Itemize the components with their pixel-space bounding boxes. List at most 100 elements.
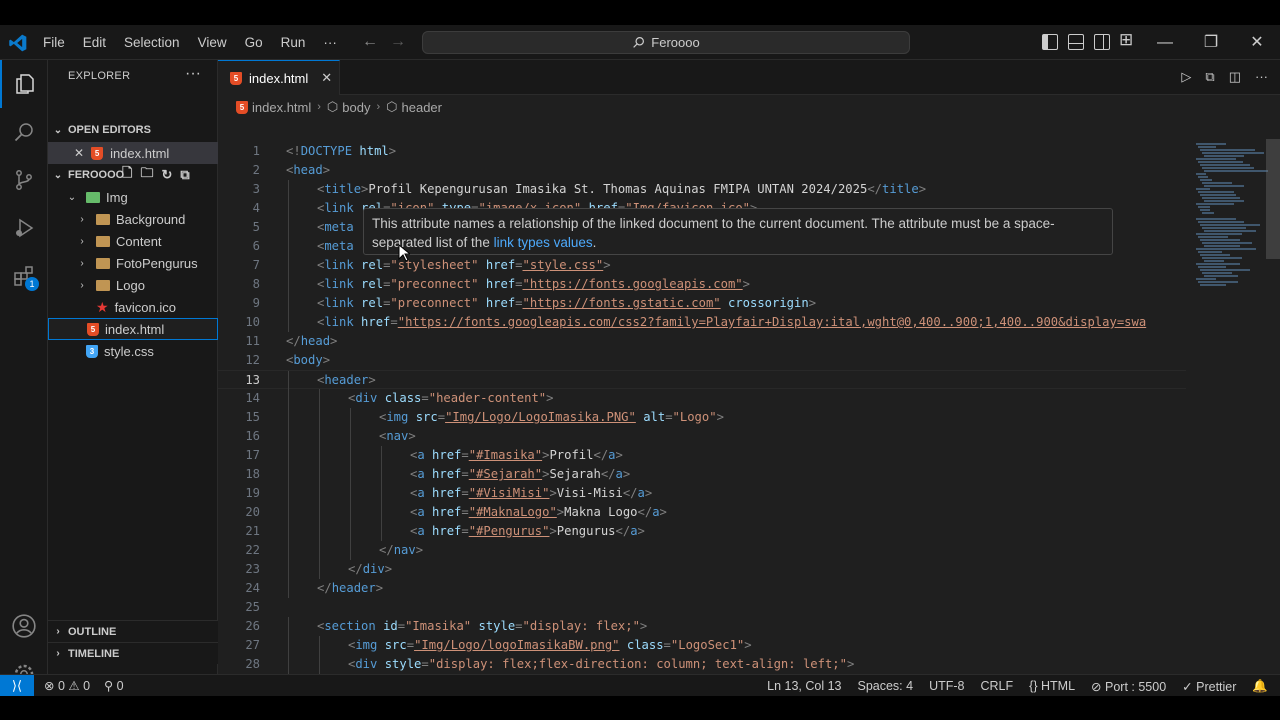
prettier-status[interactable]: ✓ Prettier <box>1182 679 1236 694</box>
code-line[interactable]: 3 <title>Profil Kepengurusan Imasika St. … <box>218 180 1186 199</box>
hover-link[interactable]: link types values <box>494 235 593 250</box>
tree-item[interactable]: › Logo <box>48 274 218 296</box>
code-line[interactable]: 14 <div class="header-content"> <box>218 389 1186 408</box>
menu-selection[interactable]: Selection <box>115 35 189 50</box>
live-server-port[interactable]: ⊘ Port : 5500 <box>1091 679 1166 694</box>
code-line[interactable]: 27 <img src="Img/Logo/logoImasikaBW.png" … <box>218 636 1186 655</box>
menu-go[interactable]: Go <box>236 35 272 50</box>
menu-edit[interactable]: Edit <box>74 35 115 50</box>
code-line[interactable]: 8 <link rel="preconnect" href="https://fo… <box>218 275 1186 294</box>
code-token: > <box>603 258 611 272</box>
line-number: 18 <box>245 467 260 481</box>
cursor-position[interactable]: Ln 13, Col 13 <box>767 679 841 693</box>
problems-indicator[interactable]: ⊗ 0 ⚠ 0 <box>44 678 90 693</box>
outline-header[interactable]: › OUTLINE <box>48 620 218 642</box>
tree-item[interactable]: 3 style.css <box>48 340 218 362</box>
code-line[interactable]: 28 <div style="display: flex;flex-directi… <box>218 655 1186 674</box>
menu-view[interactable]: View <box>189 35 236 50</box>
indentation[interactable]: Spaces: 4 <box>857 679 913 693</box>
more-actions-icon[interactable]: ··· <box>185 65 201 83</box>
tree-item[interactable]: 5 index.html <box>48 318 218 340</box>
accounts-activity[interactable] <box>0 602 48 650</box>
close-window-icon[interactable]: ✕ <box>1234 25 1280 60</box>
language-mode[interactable]: {} HTML <box>1029 679 1075 693</box>
minimap-line <box>1202 227 1246 229</box>
explorer-activity[interactable] <box>0 60 48 108</box>
code-line[interactable]: 9 <link rel="preconnect" href="https://fo… <box>218 294 1186 313</box>
tree-item[interactable]: › Content <box>48 230 218 252</box>
menu-run[interactable]: Run <box>272 35 315 50</box>
tree-item[interactable]: › Background <box>48 208 218 230</box>
code-line[interactable]: 2 <head> <box>218 161 1186 180</box>
run-debug-activity[interactable] <box>0 204 48 252</box>
tab-index-html[interactable]: 5 index.html ✕ <box>218 60 340 95</box>
code-line[interactable]: 23 </div> <box>218 560 1186 579</box>
code-line[interactable]: 19 <a href="#VisiMisi">Visi-Misi</a> <box>218 484 1186 503</box>
close-tab-icon[interactable]: ✕ <box>321 70 332 86</box>
code-line[interactable]: 1 <!DOCTYPE html> <box>218 142 1186 161</box>
collapse-all-icon[interactable]: ⧉ <box>180 167 189 183</box>
code-editor[interactable]: 1 <!DOCTYPE html> 2 <head> 3 <title>Profil Ke… <box>218 117 1280 674</box>
tree-item[interactable]: › FotoPengurus <box>48 252 218 274</box>
open-editors-header[interactable]: ⌄ OPEN EDITORS <box>48 119 218 141</box>
toggle-secondary-sidebar-icon[interactable] <box>1094 34 1110 50</box>
code-line[interactable]: 25 <box>218 598 1186 617</box>
open-preview-icon[interactable]: ⧉ <box>1205 69 1214 85</box>
toggle-panel-icon[interactable] <box>1068 34 1084 50</box>
restore-icon[interactable]: ❐ <box>1188 25 1234 60</box>
close-icon[interactable]: ✕ <box>74 146 84 160</box>
breadcrumb-header[interactable]: header <box>402 100 442 115</box>
code-token: div <box>362 562 385 576</box>
code-line[interactable]: 22 </nav> <box>218 541 1186 560</box>
code-line[interactable]: 21 <a href="#Pengurus">Pengurus</a> <box>218 522 1186 541</box>
ports-indicator[interactable]: ⚲ 0 <box>104 678 124 693</box>
code-line[interactable]: 26 <section id="Imasika" style="display: … <box>218 617 1186 636</box>
run-icon[interactable]: ▷ <box>1181 69 1191 85</box>
menu-file[interactable]: File <box>34 35 74 50</box>
source-control-activity[interactable] <box>0 156 48 204</box>
back-arrow-icon[interactable]: ← <box>362 33 378 51</box>
toggle-sidebar-icon[interactable] <box>1042 34 1058 50</box>
new-file-icon[interactable]: 🗋 <box>122 164 132 186</box>
line-ending[interactable]: CRLF <box>981 679 1014 693</box>
code-line[interactable]: 7 <link rel="stylesheet" href="style.css"… <box>218 256 1186 275</box>
open-editor-item[interactable]: ✕ 5 index.html <box>48 142 218 164</box>
scroll-thumb[interactable] <box>1266 139 1280 259</box>
code-line[interactable]: 13 <header> <box>218 370 1186 390</box>
code-line[interactable]: 16 <nav> <box>218 427 1186 446</box>
menu-more[interactable]: ··· <box>314 35 346 50</box>
outline-label: OUTLINE <box>68 625 117 638</box>
code-line[interactable]: 20 <a href="#MaknaLogo">Makna Logo</a> <box>218 503 1186 522</box>
tree-item[interactable]: ★ favicon.ico <box>48 296 218 318</box>
vertical-scrollbar[interactable] <box>1266 117 1280 674</box>
tree-item[interactable]: ⌄ Img <box>48 186 218 208</box>
remote-icon[interactable]: ⟩⟨ <box>0 674 34 696</box>
code-line[interactable]: 17 <a href="#Imasika">Profil</a> <box>218 446 1186 465</box>
command-center-search[interactable]: Feroooo <box>422 31 910 54</box>
tree-item-label: Logo <box>116 277 145 293</box>
code-line[interactable]: 15 <img src="Img/Logo/LogoImasika.PNG" al… <box>218 408 1186 427</box>
minimize-icon[interactable]: — <box>1142 25 1188 60</box>
bell-icon[interactable]: 🔔 <box>1252 679 1268 694</box>
code-line[interactable]: 12 <body> <box>218 351 1186 370</box>
code-line[interactable]: 10 <link href="https://fonts.googleapis.c… <box>218 313 1186 332</box>
code-line[interactable]: 18 <a href="#Sejarah">Sejarah</a> <box>218 465 1186 484</box>
encoding[interactable]: UTF-8 <box>929 679 964 693</box>
split-editor-icon[interactable]: ◫ <box>1229 69 1241 85</box>
folder-icon <box>96 279 110 291</box>
breadcrumb-body[interactable]: body <box>342 100 370 115</box>
extensions-activity[interactable]: 1 <box>0 252 48 300</box>
timeline-header[interactable]: › TIMELINE <box>48 642 218 664</box>
refresh-icon[interactable]: ↻ <box>161 167 172 183</box>
customize-layout-icon[interactable] <box>1119 30 1136 50</box>
breadcrumb-file[interactable]: index.html <box>252 100 311 115</box>
code-line[interactable]: 24 </header> <box>218 579 1186 598</box>
project-folder-header[interactable]: ⌄ FEROOOO 🗋 🗀 ↻ ⧉ <box>48 164 218 186</box>
code-text: <a href="#Imasika">Profil</a> <box>410 446 623 465</box>
forward-arrow-icon[interactable]: → <box>390 33 406 51</box>
more-actions-icon[interactable]: ··· <box>1255 69 1268 85</box>
minimap[interactable] <box>1186 117 1268 674</box>
search-activity[interactable] <box>0 108 48 156</box>
new-folder-icon[interactable]: 🗀 <box>140 164 153 186</box>
code-line[interactable]: 11 </head> <box>218 332 1186 351</box>
